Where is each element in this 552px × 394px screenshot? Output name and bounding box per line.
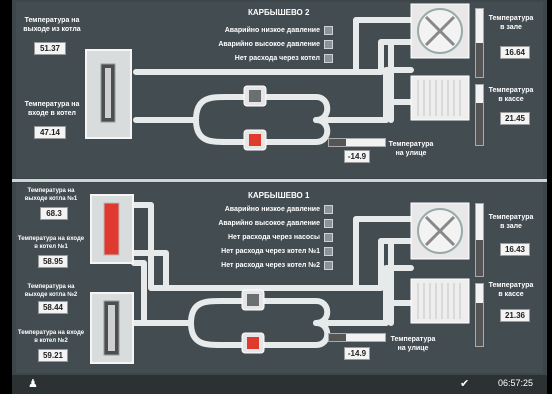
boiler2-out-temp-label: Температура на выходе котла №2 [24, 284, 78, 298]
alarm-indicator [324, 247, 333, 256]
boiler-in-temp-label: Температура на входе в котел [24, 101, 80, 117]
pump-top-2 [243, 129, 267, 151]
alarm-indicator [324, 205, 333, 214]
radiator-bottom [410, 278, 470, 324]
boiler2-out-temp-value: 58.44 [38, 301, 68, 314]
outside-temp-label: Температура на улице [390, 336, 436, 352]
boiler1-in-temp-label: Температура на входе в котел №1 [17, 236, 85, 250]
hall-temp-label: Температура в зале [488, 214, 534, 230]
pump-bottom-2 [241, 332, 265, 354]
clock-time: 06:57:25 [497, 378, 533, 388]
alarm-no-flow-pumps: Нет расхода через насосы [228, 233, 333, 242]
alarm-high-pressure: Аварийно высокое давление [218, 219, 333, 228]
boiler2-in-temp-label: Температура на входе в котел №2 [17, 330, 85, 344]
radiator-top [410, 75, 470, 121]
pump-bottom-1 [241, 289, 265, 311]
panel-title: КАРБЫШЕВО 1 [248, 191, 310, 200]
alarm-high-pressure: Аварийно высокое давление [218, 40, 333, 49]
panel-karbyshevo-2: КАРБЫШЕВО 2 Температура на выходе из кот… [16, 2, 543, 178]
boiler1-in-temp-value: 58.95 [38, 255, 68, 268]
fan-unit-bottom [410, 202, 470, 260]
outside-temp-bar [328, 333, 386, 342]
panel-title: КАРБЫШЕВО 2 [248, 8, 310, 17]
kassa-temp-label: Температура в кассе [488, 282, 534, 298]
kassa-temp-value: 21.45 [500, 112, 530, 125]
fan-unit-top [410, 3, 470, 59]
boiler-out-temp-label: Температура на выходе из котла [23, 17, 81, 33]
kassa-temp-label: Температура в кассе [488, 87, 534, 103]
alarm-indicator [324, 233, 333, 242]
hall-temp-bar [475, 203, 484, 277]
boiler1-out-temp-label: Температура на выходе котла №1 [24, 188, 78, 202]
boiler-2 [90, 292, 134, 364]
panel-divider [12, 179, 547, 182]
boiler-in-temp-value: 47.14 [34, 126, 66, 139]
kassa-temp-bar [475, 283, 484, 347]
alarm-low-pressure: Аварийно низкое давление [225, 26, 333, 35]
outside-temp-label: Температура на улице [388, 141, 434, 157]
boiler-out-temp-value: 51.37 [34, 42, 66, 55]
user-icon[interactable]: ♟ [28, 377, 38, 390]
boiler2-in-temp-value: 59.21 [38, 349, 68, 362]
alarm-indicator [324, 54, 333, 63]
outside-temp-bar [328, 138, 386, 147]
alarm-indicator [324, 26, 333, 35]
panel-karbyshevo-1: КАРБЫШЕВО 1 Температура на выходе котла … [16, 183, 543, 373]
hall-temp-value: 16.64 [500, 46, 530, 59]
pump-top-1 [243, 85, 267, 107]
outside-temp-value: -14.9 [344, 150, 370, 163]
check-icon[interactable]: ✔ [460, 377, 469, 390]
outside-temp-value: -14.9 [344, 347, 370, 360]
alarm-no-flow-boiler-2: Нет расхода через котел №2 [221, 261, 333, 270]
alarm-no-flow-boiler: Нет расхода через котел [235, 54, 333, 63]
alarm-low-pressure: Аварийно низкое давление [225, 205, 333, 214]
alarm-indicator [324, 261, 333, 270]
alarm-indicator [324, 219, 333, 228]
scada-screen: КАРБЫШЕВО 2 Температура на выходе из кот… [12, 0, 547, 394]
alarm-indicator [324, 40, 333, 49]
kassa-temp-value: 21.36 [500, 309, 530, 322]
hall-temp-bar [475, 8, 484, 78]
alarm-no-flow-boiler-1: Нет расхода через котел №1 [221, 247, 333, 256]
boiler1-out-temp-value: 68.3 [40, 207, 68, 220]
hall-temp-label: Температура в зале [488, 15, 534, 31]
hall-temp-value: 16.43 [500, 243, 530, 256]
kassa-temp-bar [475, 84, 484, 146]
boiler-1 [90, 194, 134, 264]
status-bar: ♟ ✔ 06:57:25 [12, 375, 547, 394]
